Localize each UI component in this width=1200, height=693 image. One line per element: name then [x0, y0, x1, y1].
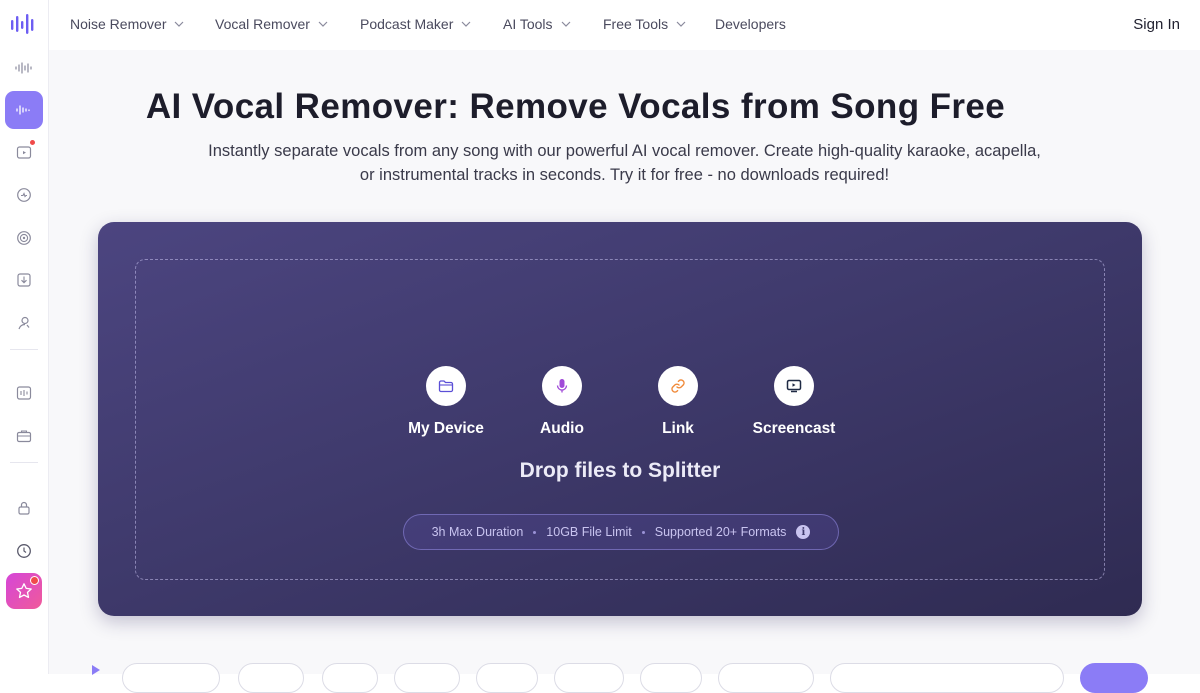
category-pill[interactable] [554, 663, 624, 693]
microphone-icon [542, 366, 582, 406]
chevron-down-icon [318, 21, 328, 27]
audio-editor-icon[interactable] [5, 374, 43, 412]
page-subtitle: Instantly separate vocals from any song … [49, 139, 1200, 187]
waveform-logo-icon[interactable] [5, 5, 43, 43]
source-label: Screencast [752, 420, 836, 437]
nav-label: Vocal Remover [215, 16, 310, 32]
category-pill[interactable] [718, 663, 814, 693]
drop-files-text: Drop files to Splitter [519, 459, 721, 482]
download-box-icon[interactable] [5, 261, 43, 299]
category-pill[interactable] [830, 663, 1064, 693]
nav-noise-remover[interactable]: Noise Remover [70, 16, 184, 32]
folder-icon [426, 366, 466, 406]
source-label: My Device [408, 420, 484, 437]
sidebar-divider [10, 349, 38, 350]
category-pill[interactable] [394, 663, 460, 693]
sidebar-divider [10, 462, 38, 463]
category-pill[interactable] [238, 663, 304, 693]
nav-podcast-maker[interactable]: Podcast Maker [360, 16, 471, 32]
nav-label: AI Tools [503, 16, 553, 32]
podcast-icon[interactable] [5, 219, 43, 257]
info-icon[interactable]: i [796, 525, 811, 539]
chevron-down-icon [175, 21, 184, 27]
cta-pill-button[interactable] [1080, 663, 1148, 693]
source-screencast-button[interactable]: Screencast [734, 366, 854, 438]
video-icon[interactable] [5, 133, 43, 171]
sound-wave-icon[interactable] [5, 49, 43, 87]
nav-developers[interactable]: Developers [715, 16, 786, 32]
nav-label: Podcast Maker [360, 16, 454, 32]
separator-dot [533, 530, 537, 534]
speed-icon[interactable] [5, 176, 43, 214]
formats-text: Supported 20+ Formats [654, 525, 787, 539]
page-title: AI Vocal Remover: Remove Vocals from Son… [145, 87, 1006, 126]
nav-vocal-remover[interactable]: Vocal Remover [215, 16, 328, 32]
link-icon [658, 366, 698, 406]
nav-label: Developers [715, 16, 786, 32]
notification-badge [29, 139, 36, 146]
notification-badge [30, 576, 39, 585]
top-navigation: Noise Remover Vocal Remover Podcast Make… [49, 0, 1200, 50]
max-duration-text: 3h Max Duration [431, 525, 524, 539]
clock-icon[interactable] [5, 532, 43, 570]
category-pill[interactable] [122, 663, 220, 693]
nav-label: Noise Remover [70, 16, 167, 32]
nav-free-tools[interactable]: Free Tools [603, 16, 686, 32]
sign-in-link[interactable]: Sign In [1133, 16, 1180, 33]
star-icon[interactable] [6, 573, 42, 609]
subtitle-line: Instantly separate vocals from any song … [208, 142, 1041, 160]
separator-dot [641, 530, 645, 534]
category-pill[interactable] [322, 663, 378, 693]
source-label: Audio [540, 420, 584, 437]
nav-label: Free Tools [603, 16, 669, 32]
upload-limits-badge: 3h Max Duration 10GB File Limit Supporte… [403, 514, 839, 550]
chevron-down-icon [461, 21, 471, 27]
source-label: Link [662, 420, 694, 437]
file-dropzone[interactable]: My Device Audio Link Screencast Drop fil… [135, 259, 1105, 580]
source-my-device-button[interactable]: My Device [386, 366, 506, 438]
monitor-icon [774, 366, 814, 406]
chevron-down-icon [561, 21, 570, 27]
source-link-button[interactable]: Link [618, 366, 738, 438]
category-pills-row [90, 663, 1200, 693]
upload-card: My Device Audio Link Screencast Drop fil… [98, 222, 1142, 616]
subtitle-line: or instrumental tracks in seconds. Try i… [359, 166, 890, 184]
toolbox-icon[interactable] [5, 417, 43, 455]
category-pill[interactable] [640, 663, 702, 693]
source-audio-button[interactable]: Audio [502, 366, 622, 438]
nav-ai-tools[interactable]: AI Tools [503, 16, 571, 32]
voice-user-icon[interactable] [5, 304, 43, 342]
chevron-down-icon [676, 21, 686, 27]
category-pill[interactable] [476, 663, 538, 693]
lock-icon[interactable] [5, 489, 43, 527]
file-limit-text: 10GB File Limit [546, 525, 632, 539]
